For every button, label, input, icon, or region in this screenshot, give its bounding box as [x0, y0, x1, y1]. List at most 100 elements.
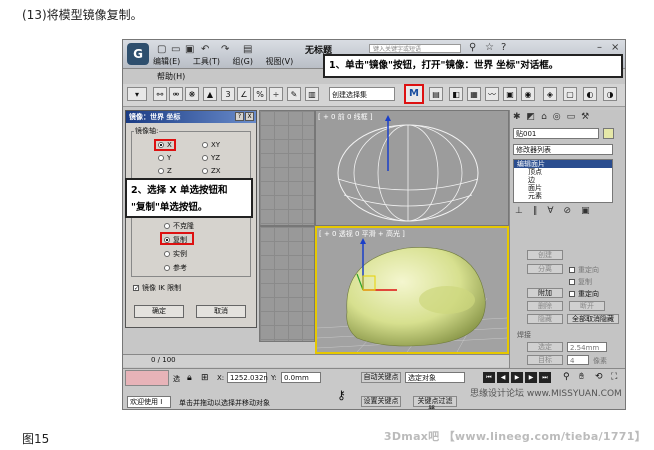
- percent-snap-icon[interactable]: %: [253, 87, 267, 101]
- key-filters-button[interactable]: 关键点过滤器...: [413, 396, 457, 409]
- target-button[interactable]: 目标: [527, 355, 563, 365]
- stack-item-patch[interactable]: 面片: [514, 184, 612, 192]
- mirror-button[interactable]: M: [404, 84, 424, 104]
- motion-tab-icon[interactable]: ◎: [553, 112, 561, 126]
- modifier-list-dropdown[interactable]: 修改器列表: [513, 144, 613, 155]
- weld-threshold-field[interactable]: 2.54mm: [567, 342, 607, 352]
- go-to-start-icon[interactable]: ⏮: [483, 372, 495, 383]
- stack-item-edge[interactable]: 边: [514, 176, 612, 184]
- menu-edit[interactable]: 编辑(E): [153, 57, 180, 66]
- absolute-mode-icon[interactable]: ⊞: [201, 373, 209, 383]
- prev-frame-icon[interactable]: ◀: [497, 372, 509, 383]
- pin-stack-icon[interactable]: ⊥: [515, 206, 523, 216]
- create-tab-icon[interactable]: ✱: [513, 112, 521, 126]
- close-window-icon[interactable]: ×: [611, 42, 619, 53]
- time-slider[interactable]: [123, 354, 509, 367]
- modify-tab-icon[interactable]: ◩: [527, 112, 536, 126]
- material-editor-icon[interactable]: ◉: [521, 87, 535, 101]
- app-logo-icon[interactable]: G: [127, 43, 149, 65]
- utilities-tab-icon[interactable]: ⚒: [581, 112, 589, 126]
- next-frame-icon[interactable]: ▶: [525, 372, 537, 383]
- dialog-help-button[interactable]: ?: [235, 112, 244, 121]
- orbit-icon[interactable]: ⟲: [595, 372, 603, 382]
- menu-group[interactable]: 组(G): [233, 57, 253, 66]
- detach-button[interactable]: 分离: [527, 264, 563, 274]
- link-icon[interactable]: ⚯: [153, 87, 167, 101]
- align-icon[interactable]: ▤: [429, 87, 443, 101]
- undo-icon[interactable]: ↶: [201, 44, 209, 55]
- menu-views[interactable]: 视图(V): [266, 57, 294, 66]
- maximize-viewport-icon[interactable]: ⛶: [611, 372, 617, 382]
- hierarchy-tab-icon[interactable]: ⌂: [541, 112, 547, 126]
- pan-icon[interactable]: ✋︎: [579, 372, 584, 382]
- remove-modifier-icon[interactable]: ⊘: [564, 206, 572, 216]
- zoom-icon[interactable]: ⚲: [563, 372, 570, 382]
- axis-x-radio[interactable]: X: [158, 141, 172, 149]
- axis-zx-radio[interactable]: ZX: [202, 167, 221, 175]
- weld-selected-button[interactable]: 选定: [527, 342, 563, 352]
- mirror-ik-checkbox[interactable]: ✓ 镜像 IK 限制: [133, 283, 181, 293]
- dialog-close-button[interactable]: X: [245, 112, 254, 121]
- snap-3-icon[interactable]: 3: [221, 87, 235, 101]
- viewport-perspective[interactable]: [ + 0 透视 0 平滑 + 高光 ]: [315, 226, 509, 354]
- display-tab-icon[interactable]: ▭: [567, 112, 576, 126]
- schematic-icon[interactable]: ▣: [503, 87, 517, 101]
- named-sel-icon[interactable]: ▥: [305, 87, 319, 101]
- viewport-front[interactable]: [ + 0 前 0 线框 ]: [315, 110, 509, 226]
- render-setup-icon[interactable]: ◈: [543, 87, 557, 101]
- auto-key-button[interactable]: 自动关键点: [361, 372, 401, 383]
- axis-z-radio[interactable]: Z: [158, 167, 172, 175]
- show-end-result-icon[interactable]: ‖: [533, 206, 538, 216]
- curve-editor-icon[interactable]: 〰: [485, 87, 499, 101]
- render-icon[interactable]: ◐: [583, 87, 597, 101]
- instance-radio[interactable]: 实例: [164, 249, 187, 259]
- y-coord-field[interactable]: 0.0mm: [281, 372, 321, 383]
- search-input[interactable]: 键入关键字或短语: [369, 44, 461, 53]
- ok-button[interactable]: 确定: [134, 305, 184, 318]
- delete-button[interactable]: 删除: [527, 301, 563, 311]
- stack-item-edit-patch[interactable]: 编辑面片: [514, 160, 612, 168]
- unlink-icon[interactable]: ⚮: [169, 87, 183, 101]
- project-icon[interactable]: ▤: [243, 44, 252, 55]
- render-prod-icon[interactable]: ◑: [603, 87, 617, 101]
- object-name-field[interactable]: 贴001: [513, 128, 599, 139]
- reference-radio[interactable]: 参考: [164, 263, 187, 273]
- copy-checkbox[interactable]: 复制: [569, 277, 592, 287]
- star-icon[interactable]: ☆: [485, 42, 494, 53]
- layer-dropdown[interactable]: ▾: [127, 87, 147, 101]
- play-icon[interactable]: ▶: [511, 372, 523, 383]
- selected-object-dropdown[interactable]: 选定对象: [405, 372, 465, 383]
- no-clone-radio[interactable]: 不克隆: [164, 221, 194, 231]
- open-file-icon[interactable]: ▭: [171, 44, 180, 55]
- configure-sets-icon[interactable]: ▣: [581, 206, 590, 216]
- welcome-field[interactable]: 欢迎使用 I: [127, 396, 171, 408]
- break-button[interactable]: 断开: [569, 301, 605, 311]
- axis-yz-radio[interactable]: YZ: [202, 154, 220, 162]
- binoculars-icon[interactable]: ⚲: [469, 42, 476, 53]
- hide-button[interactable]: 隐藏: [527, 314, 563, 324]
- axis-y-radio[interactable]: Y: [158, 154, 171, 162]
- layer-manager-icon[interactable]: ◧: [449, 87, 463, 101]
- help-icon[interactable]: ?: [501, 42, 506, 53]
- angle-snap-icon[interactable]: ∠: [237, 87, 251, 101]
- select-icon[interactable]: ▲: [203, 87, 217, 101]
- x-coord-field[interactable]: 1252.032n: [227, 372, 268, 383]
- viewport-top-left[interactable]: [259, 110, 315, 226]
- key-icon[interactable]: ⚷: [337, 388, 346, 402]
- menu-tools[interactable]: 工具(T): [193, 57, 220, 66]
- stack-item-vertex[interactable]: 顶点: [514, 168, 612, 176]
- edit-named-sel-icon[interactable]: ✎: [287, 87, 301, 101]
- object-color-swatch[interactable]: [603, 128, 614, 139]
- spinner-snap-icon[interactable]: ÷: [269, 87, 283, 101]
- lock-icon[interactable]: 🔒︎: [187, 373, 192, 383]
- copy-radio[interactable]: 复制: [164, 235, 187, 245]
- reorient-checkbox-1[interactable]: 重定向: [569, 265, 599, 275]
- go-to-end-icon[interactable]: ⏭: [539, 372, 551, 383]
- maxscript-listener[interactable]: [125, 370, 169, 386]
- redo-icon[interactable]: ↷: [221, 44, 229, 55]
- save-file-icon[interactable]: ▣: [185, 44, 194, 55]
- make-unique-icon[interactable]: ∀: [547, 206, 553, 216]
- set-key-button[interactable]: 设置关键点: [361, 396, 401, 407]
- cancel-button[interactable]: 取消: [196, 305, 246, 318]
- attach-button[interactable]: 附加: [527, 288, 563, 298]
